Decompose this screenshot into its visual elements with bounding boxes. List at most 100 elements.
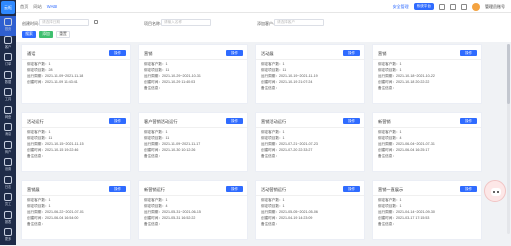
card-field: 绑定项目数：11 bbox=[261, 68, 287, 72]
project-card[interactable]: 活动营销运行 操作 绑定客户数：1 绑定项目数：1 运行周期：2021-05-05~20… bbox=[255, 180, 365, 240]
project-card[interactable]: 新营销 操作 绑定客户数：1 绑定项目数：4 运行周期：2021-06-04~2021-… bbox=[372, 112, 482, 172]
sidebar-item-label: 报表 bbox=[4, 219, 12, 224]
card-field: 绑定客户数：1 bbox=[378, 198, 402, 202]
sidebar-item-icon bbox=[4, 123, 12, 131]
card-action-button[interactable]: 操作 bbox=[343, 50, 360, 56]
card-field: 运行周期：2021-10-19~2021-11-19 bbox=[261, 74, 318, 78]
add-button[interactable]: 添加 bbox=[39, 31, 53, 38]
card-field: 创建时间：2021-10-18 20:22:22 bbox=[378, 80, 430, 84]
card-field: 绑定项目数：1 bbox=[27, 204, 51, 208]
card-action-button[interactable]: 操作 bbox=[460, 50, 477, 56]
sidebar-item-label: 更多 bbox=[4, 237, 12, 241]
card-field: 运行周期：2021-05-05~2021-05-06 bbox=[261, 210, 318, 214]
project-card[interactable]: 通话 操作 绑定客户数：1 绑定项目数：28 运行周期：2021-11-09~2021-… bbox=[21, 44, 131, 104]
fullscreen-icon[interactable] bbox=[450, 3, 456, 10]
card-field: 创建时间：2021-10-19 21:07:24 bbox=[261, 80, 313, 84]
tab-wabi[interactable]: WABI bbox=[47, 3, 58, 10]
sidebar-item-label: 消息 bbox=[4, 132, 12, 136]
card-action-button[interactable]: 操作 bbox=[460, 118, 477, 124]
created-time-input[interactable]: 请选择日期 bbox=[39, 19, 89, 26]
project-name-input[interactable]: 请输入名称 bbox=[161, 19, 211, 26]
card-title: 活动营销运行 bbox=[261, 187, 287, 192]
sidebar-item-icon bbox=[4, 70, 12, 79]
tab-site[interactable]: 网站 bbox=[33, 3, 41, 10]
card-field: 绑定项目数：11 bbox=[144, 68, 170, 72]
card-field: 创建时间：2021-07-20 22:33:27 bbox=[261, 148, 313, 152]
top-right-tools: 安全管理 系统平台 管理员账号 bbox=[393, 2, 505, 11]
card-title: 客户营销活动运行 bbox=[144, 119, 178, 124]
tab-home[interactable]: 首页 bbox=[20, 3, 28, 10]
card-action-button[interactable]: 操作 bbox=[109, 50, 126, 56]
mascot-helper-icon[interactable] bbox=[484, 180, 506, 202]
card-field: 备注信息： bbox=[261, 222, 279, 226]
card-divider bbox=[139, 127, 247, 128]
scrollbar[interactable] bbox=[507, 44, 510, 234]
card-action-button[interactable]: 操作 bbox=[343, 118, 360, 124]
card-action-button[interactable]: 操作 bbox=[343, 186, 360, 192]
username[interactable]: 管理员账号 bbox=[485, 4, 505, 10]
card-field: 备注信息： bbox=[261, 154, 279, 158]
card-action-button[interactable]: 操作 bbox=[460, 186, 477, 192]
card-field: 绑定项目数：11 bbox=[144, 136, 170, 140]
card-field: 绑定客户数：1 bbox=[261, 62, 285, 66]
card-divider bbox=[256, 195, 364, 196]
card-field: 备注信息： bbox=[261, 86, 279, 90]
sidebar-item-label: 客户 bbox=[4, 44, 12, 49]
card-field: 绑定项目数：1 bbox=[378, 68, 402, 72]
card-title: 营销展 bbox=[27, 187, 40, 192]
sidebar-item-icon bbox=[4, 35, 12, 44]
card-field: 绑定项目数：11 bbox=[27, 136, 53, 140]
card-field: 备注信息： bbox=[378, 222, 396, 226]
project-card[interactable]: 活动展 操作 绑定客户数：1 绑定项目数：11 运行周期：2021-10-19~2021… bbox=[255, 44, 365, 104]
card-field: 绑定项目数：1 bbox=[261, 204, 285, 208]
card-action-button[interactable]: 操作 bbox=[109, 118, 126, 124]
breadcrumb-tabs: 首页 网站 WABI bbox=[20, 3, 57, 10]
card-divider bbox=[373, 59, 481, 60]
card-field: 备注信息： bbox=[144, 222, 162, 226]
sidebar-item[interactable]: 更多 bbox=[0, 226, 16, 246]
project-card[interactable]: 新营销运行 操作 绑定客户数：1 绑定项目数：4 运行周期：2021-05-31~202… bbox=[138, 180, 248, 240]
scrollbar-thumb[interactable] bbox=[507, 44, 510, 104]
card-field: 运行周期：2021-11-09~2021-11-17 bbox=[144, 142, 201, 146]
card-action-button[interactable]: 操作 bbox=[109, 186, 126, 192]
card-field: 绑定项目数：28 bbox=[27, 68, 53, 72]
card-action-button[interactable]: 操作 bbox=[226, 50, 243, 56]
mascot-eye bbox=[493, 191, 495, 193]
project-card[interactable]: 营销一直展示 操作 绑定客户数：1 绑定项目数：1 运行周期：2021-04-14~20… bbox=[372, 180, 482, 240]
project-card[interactable]: 营销展 操作 绑定客户数：1 绑定项目数：1 运行周期：2021-06-22~2021-… bbox=[21, 180, 131, 240]
card-field: 备注信息： bbox=[27, 154, 45, 158]
project-name-label: 项目名称: bbox=[144, 21, 162, 26]
question-icon[interactable] bbox=[439, 3, 445, 10]
card-field: 创建时间：2021-11-09 11:43:41 bbox=[27, 80, 78, 84]
card-action-button[interactable]: 操作 bbox=[226, 186, 243, 192]
project-card[interactable]: 营销 操作 绑定客户数：1 绑定项目数：1 运行周期：2021-10-18~2021-1… bbox=[372, 44, 482, 104]
card-field: 运行周期：2021-10-29~2021-10-31 bbox=[144, 74, 201, 78]
sidebar-item-icon bbox=[4, 105, 12, 114]
card-field: 绑定客户数：1 bbox=[144, 198, 168, 202]
card-field: 创建时间：2021-10-15 19:22:46 bbox=[27, 148, 79, 152]
card-divider bbox=[139, 195, 247, 196]
card-field: 绑定客户数：1 bbox=[261, 130, 285, 134]
card-field: 备注信息： bbox=[27, 222, 45, 226]
card-divider bbox=[139, 59, 247, 60]
project-card[interactable]: 客户营销活动运行 操作 绑定客户数：1 绑定项目数：11 运行周期：2021-11-09… bbox=[138, 112, 248, 172]
settings-icon[interactable] bbox=[461, 3, 467, 10]
card-divider bbox=[256, 127, 364, 128]
sidebar-item-label: 数据 bbox=[4, 79, 12, 84]
card-field: 绑定项目数：4 bbox=[378, 136, 402, 140]
project-card[interactable]: 营销活动运行 操作 绑定客户数：1 绑定项目数：1 运行周期：2021-07-21~20… bbox=[255, 112, 365, 172]
close-icon[interactable] bbox=[94, 20, 98, 24]
platform-button[interactable]: 系统平台 bbox=[413, 3, 434, 10]
card-action-button[interactable]: 操作 bbox=[226, 118, 243, 124]
search-button[interactable]: 搜索 bbox=[22, 31, 36, 38]
reset-button[interactable]: 重置 bbox=[56, 31, 70, 38]
project-card[interactable]: 营销 操作 绑定客户数：1 绑定项目数：11 运行周期：2021-10-29~2021-… bbox=[138, 44, 248, 104]
project-card[interactable]: 活动运行 操作 绑定客户数：1 绑定项目数：11 运行周期：2021-10-15~202… bbox=[21, 112, 131, 172]
mascot-face bbox=[491, 188, 501, 196]
avatar[interactable] bbox=[472, 2, 480, 11]
card-field: 创建时间：2021-03-17 17:15:53 bbox=[378, 216, 430, 220]
security-link[interactable]: 安全管理 bbox=[393, 4, 409, 10]
customer-select[interactable]: 请选择客户 bbox=[274, 19, 324, 26]
card-field: 绑定客户数：1 bbox=[378, 62, 402, 66]
top-bar: 首页 网站 WABI 安全管理 系统平台 管理员账号 bbox=[16, 0, 511, 13]
